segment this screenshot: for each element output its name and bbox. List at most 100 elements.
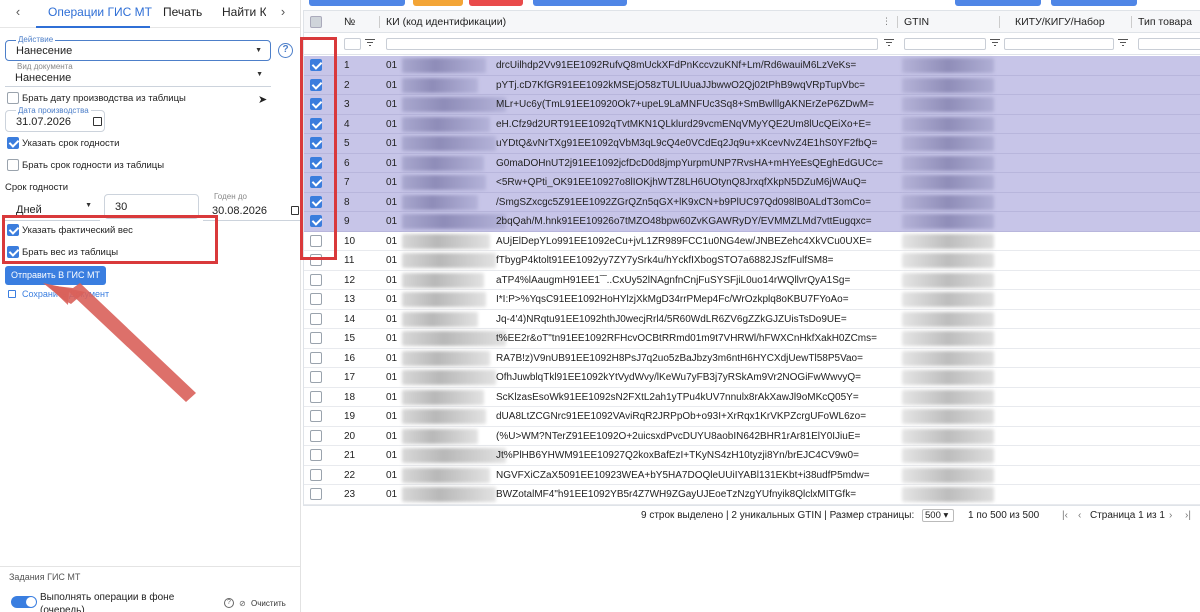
row-ki-prefix: 01: [386, 235, 398, 247]
row-ki-prefix: 01: [386, 60, 398, 71]
col-separator[interactable]: [999, 16, 1000, 28]
redacted-gtin: [902, 448, 994, 463]
table-row[interactable]: 11 01 fTbygP4ktolt91EE1092yy7ZY7ySrk4u/hYc…: [304, 251, 1200, 271]
select-all-checkbox[interactable]: [310, 16, 322, 28]
tab-gis-operations[interactable]: Операции ГИС МТ: [48, 5, 152, 19]
filter-ki-input[interactable]: [386, 38, 878, 50]
table-row[interactable]: 14 01 Jq-4'4)NRqtu91EE1092hthJ0wecjRrl4/5R…: [304, 309, 1200, 329]
filter-icon[interactable]: [1118, 38, 1128, 48]
table-row[interactable]: 12 01 aTP4%lAaugmH91EE1‾‾..CxUy52lNAgnfnCn…: [304, 270, 1200, 290]
table-row[interactable]: 3 01 MLr+Uc6y(TmL91EE10920Ok7+upeL9LaMNFUc…: [304, 95, 1200, 115]
prod-date-from-table-checkbox[interactable]: [7, 92, 19, 104]
toolbar-button[interactable]: [1051, 0, 1137, 6]
filter-icon[interactable]: [884, 38, 894, 48]
table-row[interactable]: 21 01 Jt%PlHB6YHWM91EE10927Q2koxBafEzI+TKy…: [304, 446, 1200, 466]
highlight-box-checkboxes: [300, 37, 337, 260]
table-row[interactable]: 18 01 ScKlzasEsoWk91EE1092sN2FXtL2ah1yTPu4…: [304, 387, 1200, 407]
redacted-block: [402, 272, 484, 288]
last-page-icon[interactable]: ›|: [1185, 510, 1191, 521]
calendar-icon[interactable]: [291, 206, 299, 215]
help-icon[interactable]: ?: [278, 43, 293, 58]
table-row[interactable]: 10 01 AUjElDepYLo991EE1092eCu+jvL1ZR989FCC…: [304, 231, 1200, 251]
calendar-icon[interactable]: [93, 117, 102, 126]
table-row[interactable]: 1 01 drcUilhdp2Vv91EE1092RufvQ8mUckXFdPnKc…: [304, 56, 1200, 76]
help-icon[interactable]: ?: [224, 598, 234, 608]
row-checkbox[interactable]: [310, 429, 322, 442]
toolbar-button[interactable]: [533, 0, 627, 6]
tab-find-km[interactable]: Найти КМ: [222, 5, 266, 19]
col-num[interactable]: №: [344, 16, 355, 28]
codes-grid: № КИ (код идентификации) ⋮ GTIN КИТУ/КИГ…: [303, 10, 1200, 506]
redacted-gtin: [902, 409, 994, 424]
row-checkbox[interactable]: [310, 293, 322, 305]
filter-gtin-input[interactable]: [904, 38, 986, 50]
toolbar-button[interactable]: [309, 0, 405, 6]
prev-icon[interactable]: ‹: [1078, 510, 1081, 521]
doc-type-select[interactable]: Вид документа Нанесение ▼: [5, 62, 271, 87]
save-document-button[interactable]: Сохранить Документ: [8, 289, 109, 303]
table-row[interactable]: 15 01 t%EE2r&oT"tn91EE1092RFHcvOCBtRRmd01m…: [304, 329, 1200, 349]
page-size-select[interactable]: 500 ▾: [922, 509, 954, 522]
col-type[interactable]: Тип товара: [1138, 16, 1192, 28]
col-gtin[interactable]: GTIN: [904, 16, 929, 28]
table-row[interactable]: 6 01 G0maDOHnUT2j91EE1092jcfDcD0d8jmpYurpm…: [304, 153, 1200, 173]
filter-icon[interactable]: [990, 38, 1000, 48]
chevron-left-icon[interactable]: ‹: [11, 4, 25, 19]
table-row[interactable]: 23 01 BWZotalMF4"h91EE1092YB5r4Z7WH9ZGayUJ…: [304, 485, 1200, 505]
table-row[interactable]: 13 01 I*I:P>%YqsC91EE1092HoHYlzjXkMgD34rrP…: [304, 290, 1200, 310]
table-row[interactable]: 7 01 <5Rw+QPti_OK91EE10927o8lIOKjhWTZ8LH6U…: [304, 173, 1200, 193]
next-icon[interactable]: ›: [1169, 510, 1172, 521]
row-checkbox[interactable]: [310, 449, 322, 461]
col-ki[interactable]: КИ (код идентификации): [386, 16, 506, 28]
redacted-block: [402, 389, 484, 405]
prod-date-input[interactable]: Дата производства 31.07.2026: [5, 106, 105, 132]
clear-button[interactable]: Очистить: [251, 599, 286, 608]
chevron-right-icon[interactable]: ›: [276, 4, 290, 19]
row-checkbox[interactable]: [310, 410, 322, 422]
table-row[interactable]: 22 01 NGVFXiCZaX5091EE10923WEA+bY5HA7DOQle…: [304, 465, 1200, 485]
clear-icon[interactable]: ⊘: [239, 599, 246, 608]
background-ops-label: Выполнять операции в фоне (очередь): [40, 592, 175, 612]
col-separator[interactable]: [1131, 16, 1132, 28]
col-kitu[interactable]: КИТУ/КИГУ/Набор: [1015, 16, 1105, 28]
filter-type-input[interactable]: [1138, 38, 1200, 50]
tab-print[interactable]: Печать: [163, 5, 202, 19]
table-row[interactable]: 17 01 OfhJuwblqTkl91EE1092kYtVydWvy/lKeWu7…: [304, 368, 1200, 388]
table-row[interactable]: 19 01 dUA8LtZCGNrc91EE1092VAviRqR2JRPpOb+o…: [304, 407, 1200, 427]
toolbar-button[interactable]: [413, 0, 463, 6]
filter-icon[interactable]: [365, 38, 375, 48]
table-row[interactable]: 4 01 eH.Cfz9d2URT91EE1092qTvtMKN1QLklurd29…: [304, 114, 1200, 134]
redacted-gtin: [902, 116, 994, 132]
table-row[interactable]: 16 01 RA7B!z)V9nUB91EE1092H8PsJ7q2uo5zBaJb…: [304, 348, 1200, 368]
redacted-gtin: [902, 97, 994, 112]
row-ki-code: I*I:P>%YqsC91EE1092HoHYlzjXkMgD34rrPMep4…: [496, 294, 849, 305]
background-ops-toggle[interactable]: [11, 596, 37, 608]
prev-page-icon[interactable]: |‹: [1062, 510, 1068, 521]
action-select[interactable]: Действие Нанесение ▼: [5, 35, 271, 61]
filter-num-input[interactable]: [344, 38, 361, 50]
row-ki-code: pYTj.cD7KfGR91EE1092kMSEjO58zTULIUuaJJbw…: [496, 79, 865, 91]
table-row[interactable]: 9 01 2bqQah/M.hnk91EE10926o7tMZO48bpw60ZvK…: [304, 212, 1200, 232]
column-menu-icon[interactable]: ⋮: [882, 16, 891, 27]
table-row[interactable]: 2 01 pYTj.cD7KfGR91EE1092kMSEjO58zTULIUuaJ…: [304, 75, 1200, 95]
row-checkbox[interactable]: [310, 351, 322, 364]
col-separator[interactable]: [379, 16, 380, 28]
toolbar-button[interactable]: [469, 0, 523, 6]
row-checkbox[interactable]: [310, 468, 322, 481]
specify-expiry-checkbox[interactable]: [7, 137, 19, 149]
row-checkbox[interactable]: [310, 390, 322, 403]
redacted-gtin: [902, 389, 994, 405]
col-separator[interactable]: [897, 16, 898, 28]
toolbar-button[interactable]: [955, 0, 1041, 6]
row-checkbox[interactable]: [310, 488, 322, 500]
row-checkbox[interactable]: [310, 371, 322, 383]
send-to-gis-button[interactable]: Отправить В ГИС МТ: [5, 266, 106, 285]
table-row[interactable]: 5 01 uYDtQ&vNrTXg91EE1092qVbM3qL9cQ4e0VCdE…: [304, 134, 1200, 154]
table-row[interactable]: 20 01 (%U>WM?NTerZ91EE1092O+2uicsxdPvcDUYU…: [304, 426, 1200, 446]
expiry-from-table-checkbox[interactable]: [7, 159, 19, 171]
table-row[interactable]: 8 01/SmgSZxcgc5Z91EE1092ZGrQZn5qGX+lK9xCN…: [304, 192, 1200, 212]
row-checkbox[interactable]: [310, 332, 322, 344]
row-checkbox[interactable]: [310, 273, 322, 286]
filter-kitu-input[interactable]: [1004, 38, 1114, 50]
row-checkbox[interactable]: [310, 312, 322, 325]
